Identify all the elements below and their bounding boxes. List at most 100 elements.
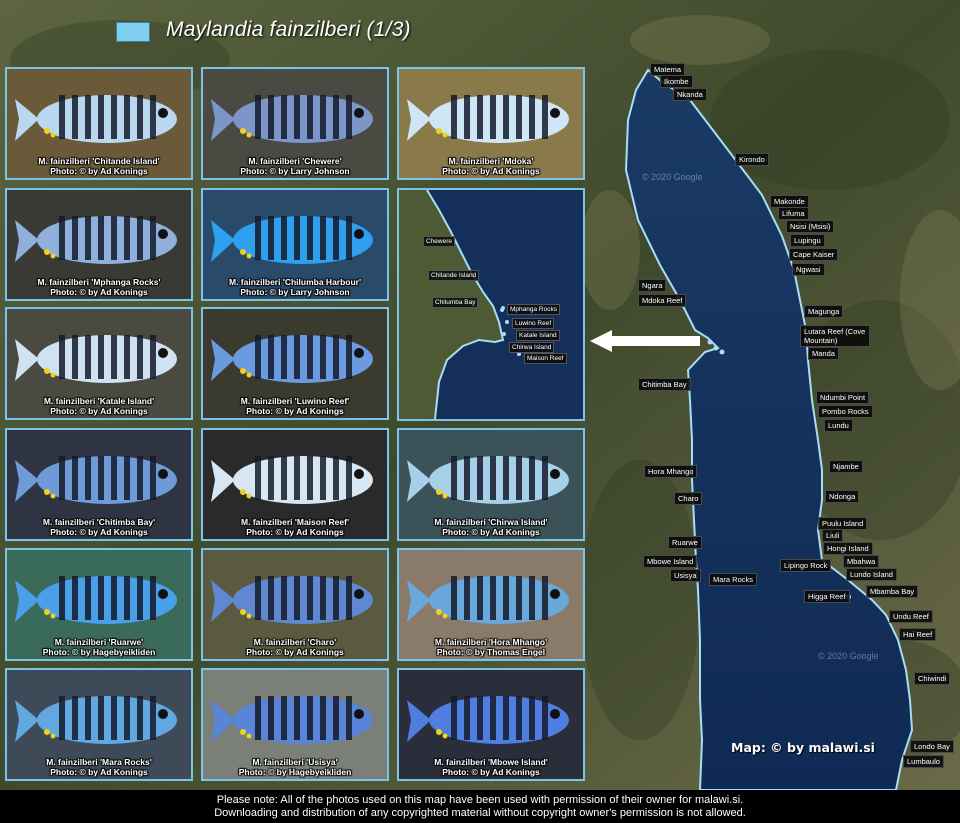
photo-credit: Photo: © by Ad Konings (50, 767, 148, 777)
photo-caption: M. fainzilberi 'Charo' Photo: © by Ad Kon… (203, 637, 387, 657)
photo-species-name: M. fainzilberi 'Chewere' (248, 156, 342, 166)
place-label: Lundu (824, 419, 853, 432)
place-label: Charo (674, 492, 703, 505)
photo-caption: M. fainzilberi 'Luwino Reef' Photo: © by … (203, 396, 387, 416)
place-label: Chiwindi (914, 672, 951, 685)
photo-caption: M. fainzilberi 'Mdoka' Photo: © by Ad Kon… (399, 156, 583, 176)
photo-card: M. fainzilberi 'Mdoka' Photo: © by Ad Kon… (397, 67, 585, 180)
inset-place-label: Chirwa Island (509, 342, 555, 353)
photo-card: M. fainzilberi 'Hora Mhango' Photo: © by … (397, 548, 585, 661)
photo-species-name: M. fainzilberi 'Mbowe Island' (434, 757, 548, 767)
place-label: Mbahwa (843, 555, 880, 568)
photo-card: M. fainzilberi 'Ruarwe' Photo: © by Hageb… (5, 548, 193, 661)
inset-place-label: Chilumba Bay (432, 297, 479, 308)
place-label: Ndumbi Point (816, 391, 870, 404)
photo-caption: M. fainzilberi 'Chitimba Bay' Photo: © by… (7, 517, 191, 537)
place-label: Chitimba Bay (638, 378, 691, 391)
place-label: Lundo Island (846, 568, 897, 581)
photo-species-name: M. fainzilberi 'Chitimba Bay' (42, 517, 156, 527)
place-label: Ngara (638, 279, 667, 292)
photo-credit: Photo: © by Ad Konings (442, 527, 540, 537)
photo-card: M. fainzilberi 'Luwino Reef' Photo: © by … (201, 307, 389, 420)
place-label: Ndonga (825, 490, 860, 503)
photo-card: M. fainzilberi 'Mara Rocks' Photo: © by A… (5, 668, 193, 781)
place-label: Mara Rocks (709, 573, 758, 586)
photo-species-name: M. fainzilberi 'Katale Island' (43, 396, 155, 406)
place-label: Mbowe Island (643, 555, 698, 568)
map-page: Maylandia fainzilberi (1/3) M. fainzilbe… (0, 0, 960, 823)
photo-caption: M. fainzilberi 'Mbowe Island' Photo: © by… (399, 757, 583, 777)
photo-card: M. fainzilberi 'Katale Island' Photo: © b… (5, 307, 193, 420)
photo-credit: Photo: © by Larry Johnson (240, 166, 350, 176)
photo-credit: Photo: © by Ad Konings (442, 767, 540, 777)
place-label: Lutara Reef (Cove Mountain) (800, 325, 870, 347)
place-label: Cape Kaiser (789, 248, 839, 261)
google-watermark: © 2020 Google (818, 651, 879, 661)
place-label: Hora Mhango (644, 465, 698, 478)
photo-species-name: M. fainzilberi 'Mdoka' (448, 156, 534, 166)
photo-card: M. fainzilberi 'Mbowe Island' Photo: © by… (397, 668, 585, 781)
photo-card: M. fainzilberi 'Maison Reef' Photo: © by … (201, 428, 389, 541)
inset-place-label: Luwino Reef (512, 318, 555, 329)
photo-card: M. fainzilberi 'Chitimba Bay' Photo: © by… (5, 428, 193, 541)
photo-credit: Photo: © by Ad Konings (246, 647, 344, 657)
place-label: Lipingo Rock (780, 559, 832, 572)
photo-species-name: M. fainzilberi 'Luwino Reef' (240, 396, 350, 406)
photo-card: M. fainzilberi 'Chitande Island' Photo: ©… (5, 67, 193, 180)
photo-card: M. fainzilberi 'Chilumba Harbour' Photo: … (201, 188, 389, 301)
inset-place-label: Katale Island (516, 330, 560, 341)
google-watermark: © 2020 Google (642, 172, 703, 182)
page-title: Maylandia fainzilberi (1/3) (166, 18, 411, 41)
place-label: Njambe (829, 460, 863, 473)
photo-credit: Photo: © by Larry Johnson (240, 287, 350, 297)
photo-card: M. fainzilberi 'Usisya' Photo: © by Hageb… (201, 668, 389, 781)
place-label: Manda (808, 347, 839, 360)
photo-card: M. fainzilberi 'Mphanga Rocks' Photo: © b… (5, 188, 193, 301)
place-label: Magunga (804, 305, 844, 318)
photo-caption: M. fainzilberi 'Maison Reef' Photo: © by … (203, 517, 387, 537)
place-label: Liuli (822, 529, 844, 542)
photo-card: M. fainzilberi 'Charo' Photo: © by Ad Kon… (201, 548, 389, 661)
photo-species-name: M. fainzilberi 'Maison Reef' (241, 517, 349, 527)
place-label: Pombo Rocks (818, 405, 873, 418)
inset-place-label: Chitande Island (428, 270, 480, 281)
footer-line-1: Please note: All of the photos used on t… (216, 794, 744, 806)
photo-caption: M. fainzilberi 'Chewere' Photo: © by Larr… (203, 156, 387, 176)
photo-credit: Photo: © by Hagebyeikliden (238, 767, 352, 777)
photo-credit: Photo: © by Ad Konings (50, 287, 148, 297)
photo-species-name: M. fainzilberi 'Mara Rocks' (46, 757, 152, 767)
photo-caption: M. fainzilberi 'Usisya' Photo: © by Hageb… (203, 757, 387, 777)
photo-caption: M. fainzilberi 'Chilumba Harbour' Photo: … (203, 277, 387, 297)
footer-notice: Please note: All of the photos used on t… (0, 790, 960, 823)
photo-caption: M. fainzilberi 'Mphanga Rocks' Photo: © b… (7, 277, 191, 297)
place-label: Nsisi (Msisi) (786, 220, 835, 233)
photo-credit: Photo: © by Ad Konings (246, 406, 344, 416)
photo-card: M. fainzilberi 'Chirwa Island' Photo: © b… (397, 428, 585, 541)
photo-caption: M. fainzilberi 'Katale Island' Photo: © b… (7, 396, 191, 416)
map-credit: Map: © by malawi.si (731, 740, 875, 755)
place-label: Usisya (670, 569, 701, 582)
photo-species-name: M. fainzilberi 'Charo' (253, 637, 337, 647)
photo-card: M. fainzilberi 'Chewere' Photo: © by Larr… (201, 67, 389, 180)
photo-caption: M. fainzilberi 'Hora Mhango' Photo: © by … (399, 637, 583, 657)
photo-species-name: M. fainzilberi 'Chitande Island' (38, 156, 160, 166)
place-label: Higga Reef (804, 590, 850, 603)
photo-species-name: M. fainzilberi 'Hora Mhango' (434, 637, 548, 647)
footer-line-2: Downloading and distribution of any copy… (214, 807, 746, 819)
photo-caption: M. fainzilberi 'Ruarwe' Photo: © by Hageb… (7, 637, 191, 657)
photo-credit: Photo: © by Ad Konings (50, 527, 148, 537)
photo-caption: M. fainzilberi 'Chirwa Island' Photo: © b… (399, 517, 583, 537)
photo-credit: Photo: © by Ad Konings (50, 406, 148, 416)
photo-species-name: M. fainzilberi 'Chirwa Island' (434, 517, 548, 527)
place-label: Ikombe (660, 75, 693, 88)
photo-caption: M. fainzilberi 'Mara Rocks' Photo: © by A… (7, 757, 191, 777)
photo-credit: Photo: © by Thomas Engel (436, 647, 546, 657)
place-label: Undu Reef (889, 610, 933, 623)
photo-caption: M. fainzilberi 'Chitande Island' Photo: ©… (7, 156, 191, 176)
place-label: Londo Bay (910, 740, 954, 753)
place-label: Ngwasi (792, 263, 825, 276)
photo-species-name: M. fainzilberi 'Chilumba Harbour' (228, 277, 362, 287)
photo-grid: M. fainzilberi 'Chitande Island' Photo: ©… (5, 67, 590, 789)
place-label: Lifuma (778, 207, 809, 220)
place-label: Lupingu (790, 234, 825, 247)
